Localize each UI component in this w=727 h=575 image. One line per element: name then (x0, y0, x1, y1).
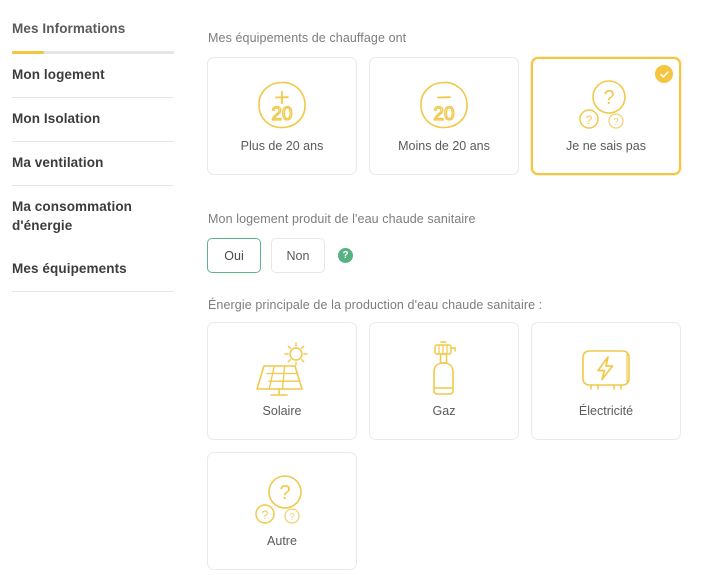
option-card-label: Moins de 20 ans (398, 139, 490, 153)
energy-source-question-label: Énergie principale de la production d'ea… (208, 298, 543, 312)
sidebar-divider (12, 291, 174, 292)
hot-water-options: Oui Non ? (207, 238, 727, 273)
wizard-page: Mes Informations Mon logement Mon Isolat… (0, 0, 727, 575)
question-marks-icon: ? ? ? (253, 469, 311, 531)
energy-source-options-row-2: ? ? ? Autre (207, 452, 727, 570)
svg-text:?: ? (262, 508, 269, 522)
help-question-icon[interactable]: ? (338, 248, 353, 263)
heating-age-options: 20 Plus de 20 ans 20 Moins de 20 ans ? ?… (207, 57, 727, 175)
heating-age-question-label: Mes équipements de chauffage ont (208, 31, 407, 45)
svg-text:20: 20 (433, 104, 454, 125)
help-icon-glyph: ? (342, 249, 349, 261)
option-card-label: Solaire (262, 404, 302, 418)
svg-text:?: ? (289, 512, 295, 523)
sidebar-item-label: Mon logement (12, 67, 105, 82)
option-card-autre[interactable]: ? ? ? Autre (207, 452, 357, 570)
sidebar-item-label: Mes Informations (12, 21, 126, 36)
check-icon (655, 65, 673, 83)
sidebar-item-ma-consommation-energie[interactable]: Ma consommation d'énergie (0, 186, 200, 248)
svg-text:?: ? (603, 87, 614, 109)
sidebar-item-mes-informations[interactable]: Mes Informations (0, 8, 200, 54)
question-marks-icon: ? ? ? (577, 74, 635, 136)
energy-source-options-row-1: Solaire Gaz Électricité (207, 322, 727, 440)
sidebar-item-mes-equipements[interactable]: Mes équipements (0, 248, 200, 292)
minus-twenty-icon: 20 (416, 74, 472, 136)
sidebar-nav: Mes Informations Mon logement Mon Isolat… (0, 0, 200, 575)
option-card-label: Je ne sais pas (566, 139, 646, 153)
solar-panel-icon (252, 339, 312, 401)
electric-heater-icon (578, 339, 634, 401)
hot-water-question-label: Mon logement produit de l'eau chaude san… (208, 212, 476, 226)
sidebar-item-label: Ma ventilation (12, 155, 104, 170)
svg-text:?: ? (613, 117, 619, 128)
option-card-moins-de-20-ans[interactable]: 20 Moins de 20 ans (369, 57, 519, 175)
sidebar-item-label: Mes équipements (12, 261, 127, 276)
option-card-solaire[interactable]: Solaire (207, 322, 357, 440)
option-card-plus-de-20-ans[interactable]: 20 Plus de 20 ans (207, 57, 357, 175)
sidebar-item-ma-ventilation[interactable]: Ma ventilation (0, 142, 200, 186)
option-card-electricite[interactable]: Électricité (531, 322, 681, 440)
option-card-label: Gaz (432, 404, 456, 418)
sidebar-item-mon-isolation[interactable]: Mon Isolation (0, 98, 200, 142)
sidebar-item-mon-logement[interactable]: Mon logement (0, 54, 200, 98)
sidebar-item-label: Ma consommation d'énergie (12, 199, 133, 233)
sidebar-item-label: Mon Isolation (12, 111, 101, 126)
option-card-label: Électricité (578, 404, 634, 418)
svg-text:20: 20 (271, 104, 292, 125)
gas-bottle-icon (422, 339, 466, 401)
plus-twenty-icon: 20 (254, 74, 310, 136)
svg-text:?: ? (279, 482, 290, 504)
main-content: Mes équipements de chauffage ont 20 Plus… (200, 0, 727, 575)
option-card-label: Autre (267, 534, 297, 548)
toggle-button-non[interactable]: Non (271, 238, 325, 273)
svg-text:?: ? (586, 113, 593, 127)
option-card-je-ne-sais-pas[interactable]: ? ? ? Je ne sais pas (531, 57, 681, 175)
option-card-label: Plus de 20 ans (240, 139, 324, 153)
option-card-gaz[interactable]: Gaz (369, 322, 519, 440)
toggle-button-oui[interactable]: Oui (207, 238, 261, 273)
